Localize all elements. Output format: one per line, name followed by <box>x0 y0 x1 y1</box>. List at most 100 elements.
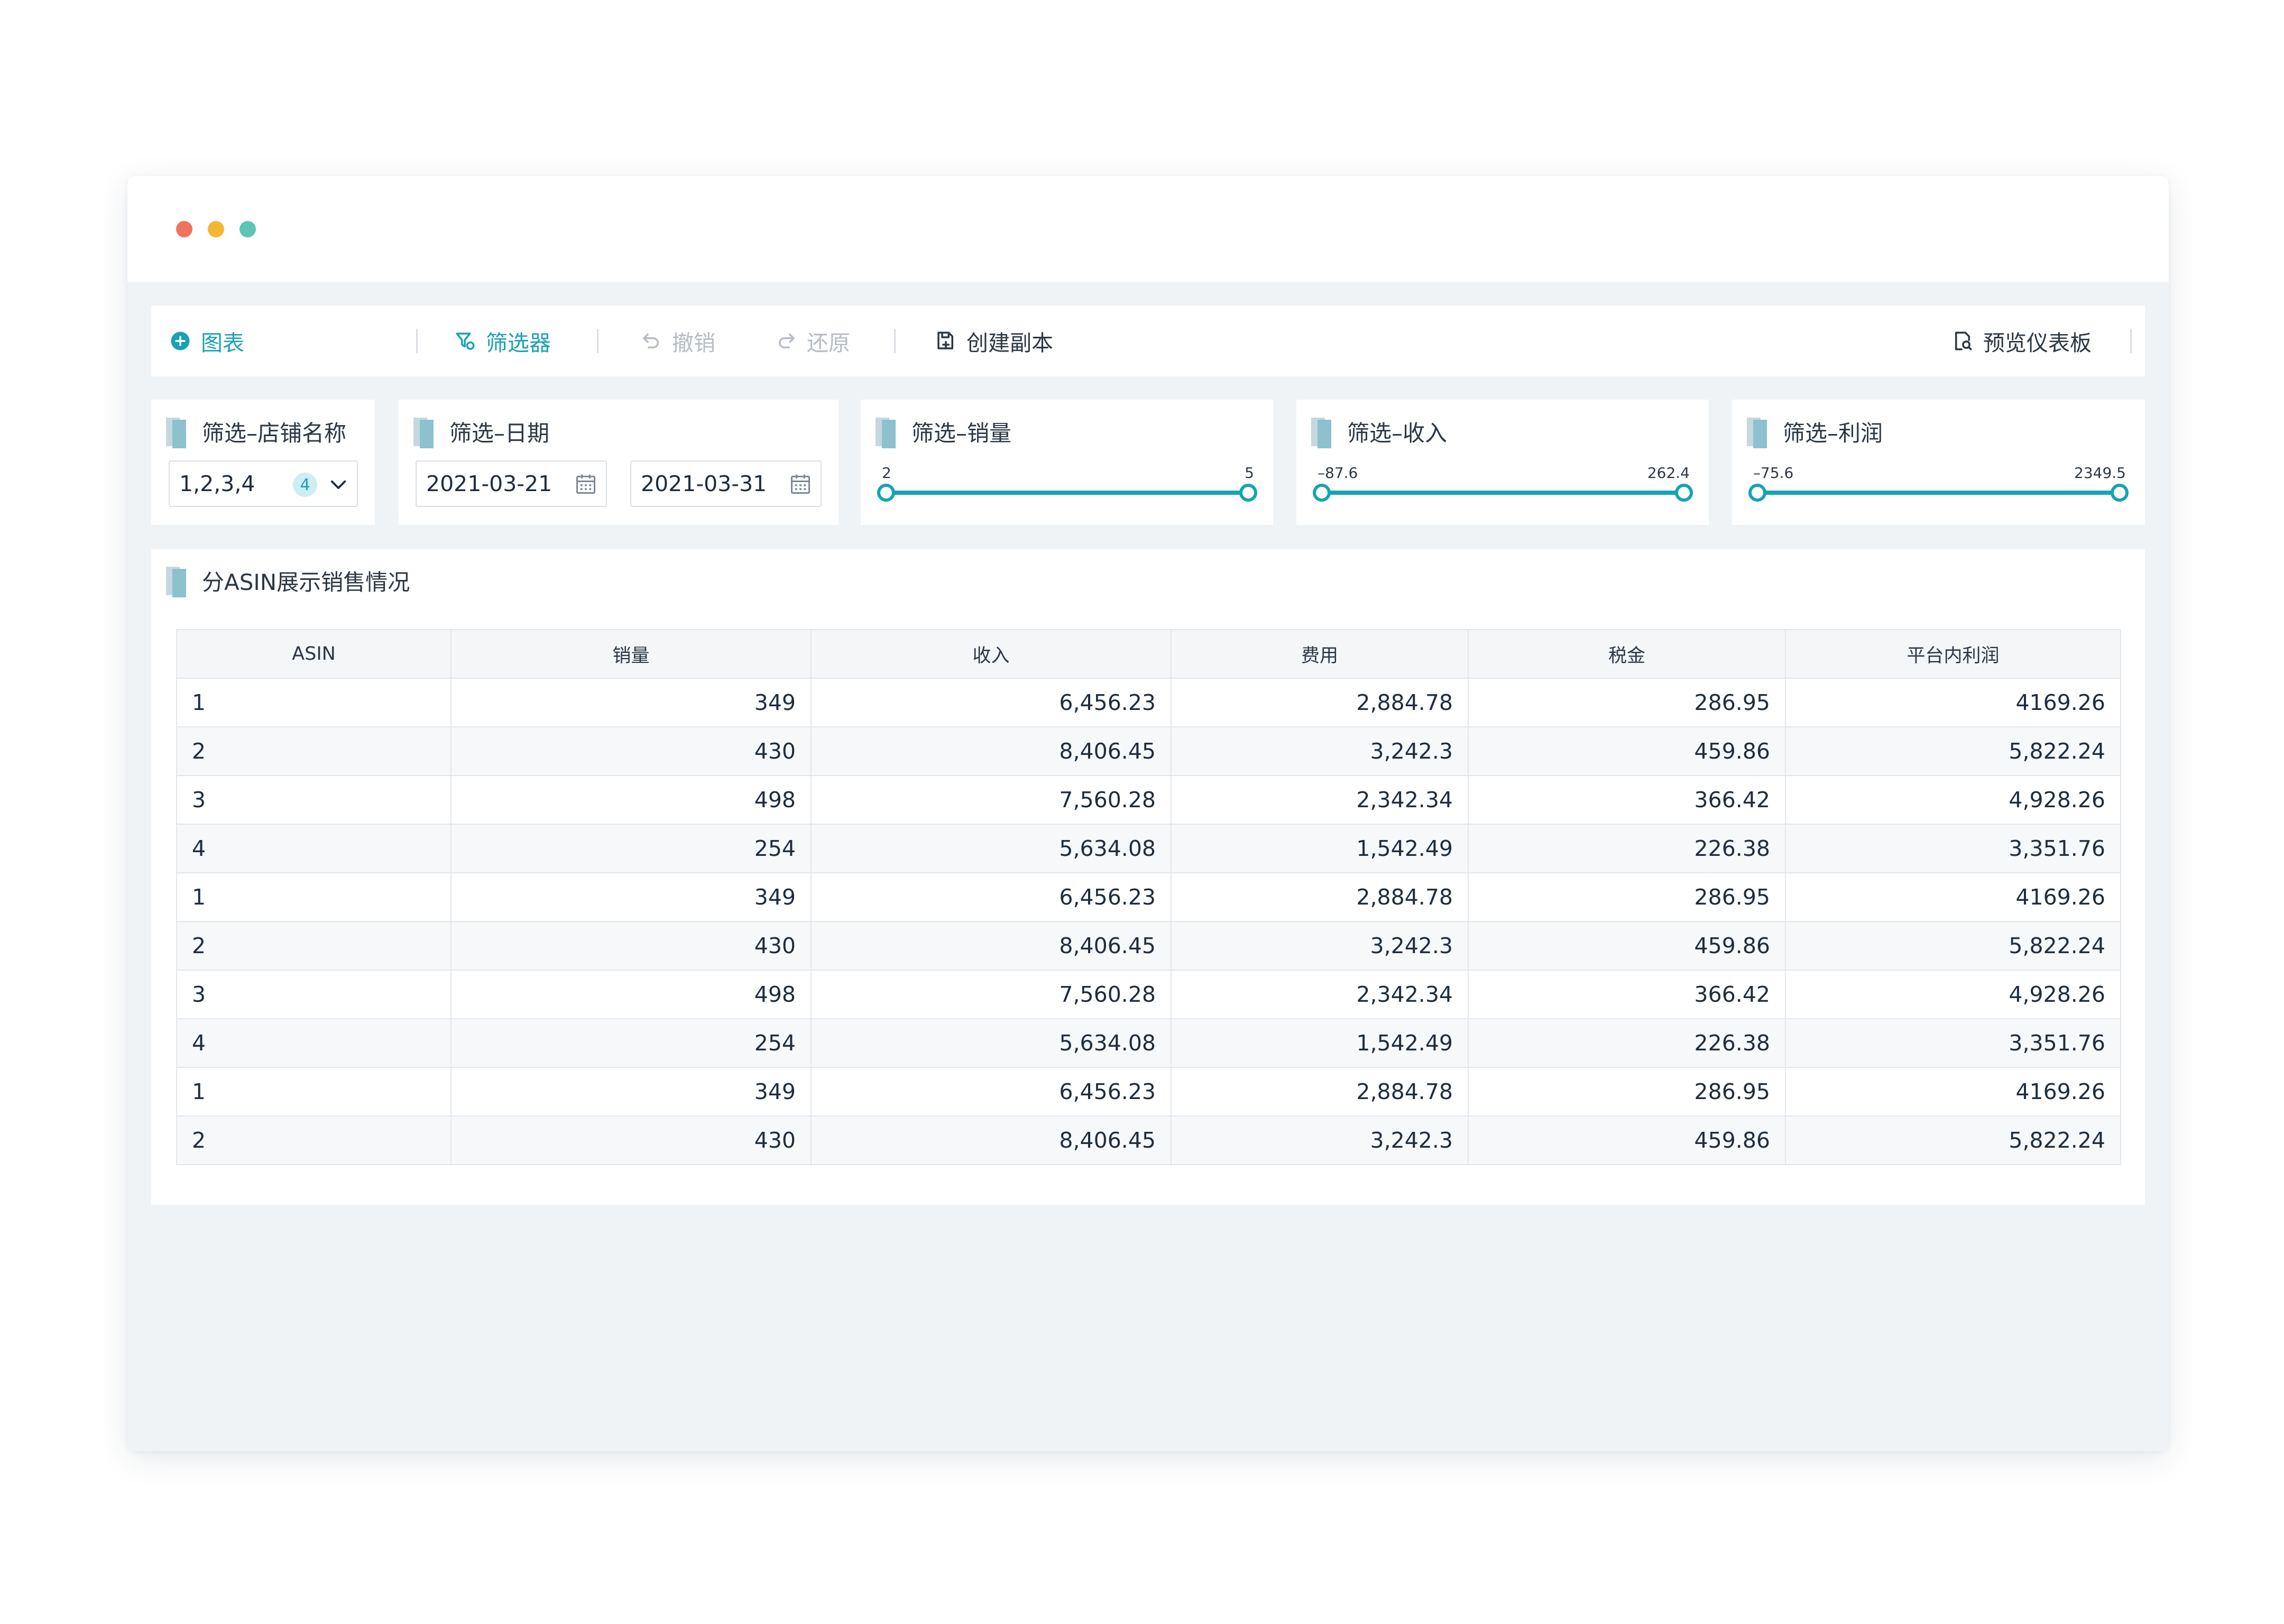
table-cell: 430 <box>450 726 812 776</box>
table-cell: 349 <box>450 872 812 922</box>
table-cell: 3 <box>176 775 452 825</box>
table-cell: 4169.26 <box>1785 1067 2121 1116</box>
sales-slider-max-label: 5 <box>1245 464 1254 482</box>
store-filter-title-text: 筛选–店铺名称 <box>202 420 347 446</box>
minimize-window-button[interactable] <box>208 221 224 237</box>
revenue-slider-max-label: 262.4 <box>1647 464 1690 482</box>
table-cell: 430 <box>450 1115 812 1165</box>
table-row: 4 254 5,634.08 1,542.49 226.38 3,351.76 <box>176 824 2121 873</box>
profit-filter-title-text: 筛选–利润 <box>1783 420 1883 446</box>
revenue-slider-min-handle[interactable] <box>1313 484 1331 502</box>
table-cell: 3,351.76 <box>1785 1018 2121 1068</box>
sales-slider-max-handle[interactable] <box>1239 484 1257 502</box>
card-title-icon <box>166 418 186 448</box>
preview-icon <box>1955 331 1972 350</box>
store-filter-card: 筛选–店铺名称 1,2,3,4 4 <box>151 400 375 525</box>
card-title-icon <box>876 418 896 448</box>
undo-icon <box>643 334 659 348</box>
table-cell: 2,342.34 <box>1171 775 1469 825</box>
redo-button[interactable]: 还原 <box>775 306 850 376</box>
table-cell: 4169.26 <box>1785 678 2121 727</box>
table-cell: 4,928.26 <box>1785 970 2121 1019</box>
profit-slider-max-handle[interactable] <box>2111 484 2129 502</box>
table-cell: 8,406.45 <box>811 1115 1172 1165</box>
table-cell: 286.95 <box>1468 872 1786 922</box>
table-cell: 6,456.23 <box>811 872 1172 922</box>
column-header[interactable]: 收入 <box>811 629 1172 679</box>
profit-filter-card: 筛选–利润 –75.6 2349.5 <box>1732 400 2145 525</box>
card-title-icon <box>1747 418 1767 448</box>
end-date-input[interactable]: 2021-03-31 <box>630 460 822 507</box>
toolbar-divider <box>2130 329 2132 353</box>
add-chart-label: 图表 <box>201 330 244 356</box>
maximize-window-button[interactable] <box>240 221 256 237</box>
column-header[interactable]: 平台内利润 <box>1785 629 2121 679</box>
profit-slider-min-handle[interactable] <box>1748 484 1766 502</box>
calendar-icon[interactable] <box>574 473 597 496</box>
table-row: 1 349 6,456.23 2,884.78 286.95 4169.26 <box>176 678 2121 727</box>
undo-label: 撤销 <box>672 330 715 356</box>
table-cell: 286.95 <box>1468 1067 1786 1116</box>
table-cell: 3,242.3 <box>1171 1115 1469 1165</box>
table-row: 3 498 7,560.28 2,342.34 366.42 4,928.26 <box>176 775 2121 825</box>
start-date-input[interactable]: 2021-03-21 <box>416 460 607 507</box>
table-cell: 3,351.76 <box>1785 824 2121 873</box>
card-title-icon <box>413 418 434 448</box>
revenue-slider-max-handle[interactable] <box>1675 484 1693 502</box>
table-cell: 2 <box>176 1115 452 1165</box>
undo-button[interactable]: 撤销 <box>640 306 715 376</box>
toolbar-divider <box>416 329 418 353</box>
date-filter-title-text: 筛选–日期 <box>449 420 550 446</box>
column-header[interactable]: 费用 <box>1171 629 1469 679</box>
chevron-down-icon[interactable] <box>327 473 349 495</box>
table-cell: 2,884.78 <box>1171 678 1469 727</box>
revenue-filter-title: 筛选–收入 <box>1311 414 1447 448</box>
table-cell: 4169.26 <box>1785 872 2121 922</box>
card-title-icon <box>166 567 186 597</box>
date-filter-card: 筛选–日期 2021-03-21 2021-03-31 <box>399 400 839 525</box>
store-select[interactable]: 1,2,3,4 4 <box>169 460 358 507</box>
table-cell: 5,634.08 <box>811 1018 1172 1068</box>
table-cell: 2 <box>176 726 452 776</box>
selected-count-badge: 4 <box>293 473 317 497</box>
table-cell: 366.42 <box>1468 970 1786 1019</box>
profit-filter-title: 筛选–利润 <box>1747 414 1883 448</box>
asin-sales-table-card: 分ASIN展示销售情况 ASIN 销量 收入 费用 税金 平台内利润 1 349… <box>151 549 2145 1205</box>
calendar-icon[interactable] <box>789 473 812 496</box>
table-cell: 4,928.26 <box>1785 775 2121 825</box>
revenue-slider-track[interactable] <box>1322 491 1684 495</box>
table-cell: 498 <box>450 775 812 825</box>
table-cell: 366.42 <box>1468 775 1786 825</box>
table-cell: 254 <box>450 824 812 873</box>
column-header[interactable]: ASIN <box>176 629 452 679</box>
sales-slider-min-handle[interactable] <box>877 484 895 502</box>
card-title-icon <box>1311 418 1331 448</box>
add-filter-button[interactable]: 筛选器 <box>454 306 551 376</box>
profit-slider-min-label: –75.6 <box>1753 464 1794 482</box>
table-cell: 8,406.45 <box>811 921 1172 971</box>
sales-slider-track[interactable] <box>886 491 1248 495</box>
create-copy-button[interactable]: 创建副本 <box>935 306 1053 376</box>
add-chart-button[interactable]: 图表 <box>169 306 244 376</box>
table-cell: 5,822.24 <box>1785 921 2121 971</box>
table-row: 2 430 8,406.45 3,242.3 459.86 5,822.24 <box>176 726 2121 776</box>
sales-filter-card: 筛选–销量 2 5 <box>861 400 1273 525</box>
redo-label: 还原 <box>807 330 850 356</box>
table-cell: 1,542.49 <box>1171 1018 1469 1068</box>
column-header[interactable]: 税金 <box>1468 629 1786 679</box>
table-cell: 286.95 <box>1468 678 1786 727</box>
asin-sales-table: ASIN 销量 收入 费用 税金 平台内利润 1 349 6,456.23 2,… <box>176 629 2121 1165</box>
plus-circle-icon <box>171 331 190 350</box>
table-cell: 459.86 <box>1468 1115 1786 1165</box>
table-cell: 498 <box>450 970 812 1019</box>
store-select-value: 1,2,3,4 <box>179 471 255 496</box>
close-window-button[interactable] <box>176 221 192 237</box>
table-cell: 6,456.23 <box>811 1067 1172 1116</box>
table-cell: 2 <box>176 921 452 971</box>
table-cell: 226.38 <box>1468 824 1786 873</box>
table-cell: 2,884.78 <box>1171 872 1469 922</box>
table-cell: 5,822.24 <box>1785 1115 2121 1165</box>
column-header[interactable]: 销量 <box>450 629 812 679</box>
preview-dashboard-button[interactable]: 预览仪表板 <box>1951 306 2092 376</box>
profit-slider-track[interactable] <box>1757 491 2120 495</box>
